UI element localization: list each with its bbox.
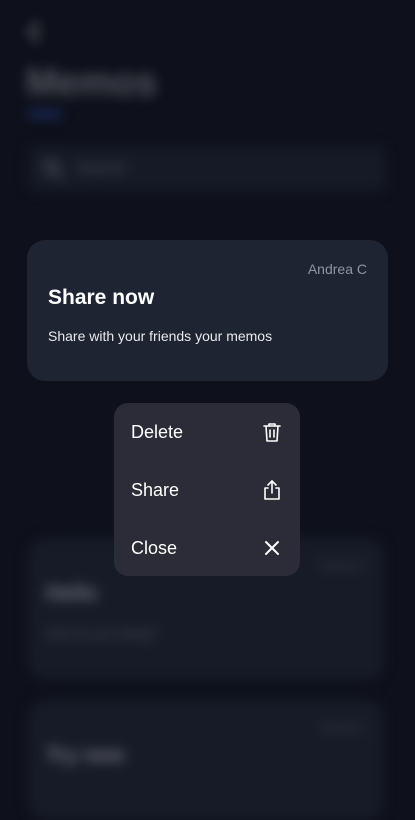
memo-title: Share now <box>48 286 155 309</box>
memo-author: Andrea C <box>307 261 367 277</box>
trash-icon <box>263 423 281 442</box>
search-placeholder: Search <box>76 160 127 177</box>
memo-title: Try new <box>46 744 125 767</box>
search-icon <box>44 160 63 179</box>
share-menu-item[interactable]: Share <box>114 461 300 519</box>
share-icon <box>264 480 280 500</box>
page-title: Memos <box>26 62 157 104</box>
delete-label: Delete <box>131 422 184 442</box>
context-menu: Delete Share Close <box>114 403 300 576</box>
memo-author: Andrea C <box>319 560 366 572</box>
close-menu-item[interactable]: Close <box>114 519 300 577</box>
blurred-background: Memos Search Andrea C Hello How do you d… <box>0 0 415 820</box>
selected-memo-card[interactable]: Andrea C Share now Share with your frien… <box>27 240 388 381</box>
memo-author: Andrea C <box>319 722 366 734</box>
search-bar: Search <box>28 146 386 192</box>
share-label: Share <box>131 480 180 500</box>
memo-title: Hello <box>46 582 98 605</box>
title-underline <box>28 112 62 116</box>
close-icon <box>265 541 279 555</box>
delete-menu-item[interactable]: Delete <box>114 403 300 461</box>
memo-text: Share with your friends your memos <box>48 328 273 344</box>
memo-card: Andrea C Try new <box>28 700 384 820</box>
close-label: Close <box>131 538 178 558</box>
back-arrow-icon <box>28 22 40 42</box>
memo-text: How do you doing? <box>46 626 158 641</box>
